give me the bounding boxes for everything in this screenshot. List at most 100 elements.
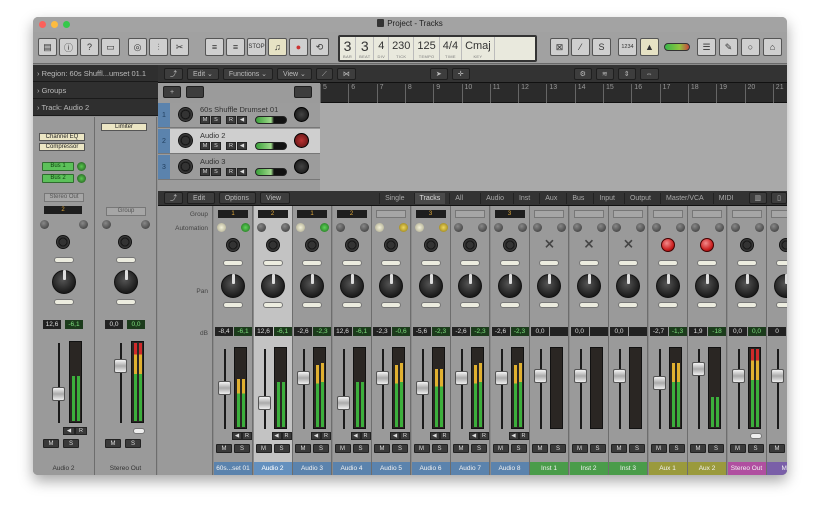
group-slot[interactable]: 1 [218,210,248,218]
pan-mode-button[interactable] [116,299,136,305]
track-volume-slider[interactable] [255,142,287,150]
pan-mode-button[interactable] [618,302,638,308]
pan-knob[interactable] [734,274,759,298]
solo-button[interactable]: S [550,444,566,453]
solo-button[interactable]: S [668,444,685,453]
automation-read-button[interactable] [359,223,369,232]
input-monitor-button[interactable]: ◀ [63,427,75,435]
mixer-channel-strip[interactable]: -2,3 -0,6 ◀ R M S Audio 5 [372,206,411,475]
automation-read-button[interactable] [399,223,408,232]
wide-channels-icon[interactable]: ▥ [748,192,768,204]
pan-mode-button[interactable] [697,302,717,308]
group-slot[interactable] [573,210,604,218]
filter-tab-inst[interactable]: Inst [512,192,535,204]
group-slot[interactable] [613,210,643,218]
volume-fader[interactable] [415,381,429,396]
bar-ruler[interactable]: 5 6 7 8 9 10 11 12 13 14 15 16 17 18 19 20 21 [320,83,787,103]
automation-mode-button[interactable] [572,223,582,232]
mute-button[interactable]: M [216,444,232,453]
input-format-icon[interactable] [118,235,132,249]
pan-knob[interactable] [774,274,787,298]
track-header[interactable]: 3 Audio 3 M S R ◀ [158,155,320,180]
mixer-channel-strip[interactable]: -2,7 -1,3 M S Aux 1 [648,206,688,475]
automation-mode-button[interactable] [375,223,384,232]
volume-fader[interactable] [573,369,587,384]
send-level-knob[interactable] [77,174,86,183]
inspector-groups-header[interactable]: › Groups [33,82,158,99]
mixer-channel-strip[interactable]: 0,0 0,0 M S Stereo Out [727,206,767,475]
input-format-icon[interactable] [423,238,438,252]
channel-name[interactable]: Audio 2 [253,462,292,475]
mute-button[interactable]: M [650,444,667,453]
toolbar-toggle-button[interactable]: ▭ [101,38,120,56]
input-monitor-button[interactable]: ◀ [390,432,400,440]
solo-button[interactable]: S [211,116,221,124]
view-tab-tracks[interactable]: Tracks [413,192,446,204]
mixer-button[interactable]: ⫶ [149,38,168,56]
lcd-display[interactable]: 3 BAR 3 BEAT 4 DIV 230 TICK 125 TEMPO 4/4 TIME Cmaj K… [338,35,537,62]
filter-tab-master-vca[interactable]: Master/VCA [659,192,709,204]
plugin-slot[interactable]: Channel EQ [39,133,85,141]
solo-button[interactable]: S [352,444,369,453]
notepad-button[interactable]: ✎ [719,38,738,56]
record-enable-button[interactable]: R [281,432,292,440]
mute-button[interactable]: M [200,116,210,124]
group-slot[interactable] [692,210,722,218]
channel-name[interactable]: Audio 7 [451,462,489,475]
channel-name[interactable]: Inst 3 [609,462,647,475]
pan-knob[interactable] [52,270,76,294]
mixer-channel-strip[interactable]: 1 -8,4 -6,1 ◀ R M S 60s...set 01 [214,206,253,475]
pan-knob[interactable] [379,274,403,298]
mute-button[interactable]: M [200,168,210,176]
mute-button[interactable]: M [611,444,627,453]
bounce-button[interactable] [133,428,145,434]
count-in-button[interactable]: 1234 [618,38,637,56]
automation-mode-button[interactable] [454,223,463,232]
record-enable-button[interactable]: R [242,432,252,440]
play-button[interactable]: ♫ [268,38,287,56]
send-level-knob[interactable] [77,162,86,171]
automation-read-button[interactable] [438,223,448,232]
metronome-button[interactable]: ▲ [640,38,659,56]
volume-fader[interactable] [652,376,666,391]
mixer-channel-strip[interactable]: -2,6 -2,3 ◀ R M S Audio 7 [451,206,490,475]
solo-button[interactable]: S [708,444,724,453]
mute-button[interactable]: M [374,444,390,453]
automation-read-button[interactable] [517,223,527,232]
mute-button[interactable]: M [43,439,59,448]
list-editors-button[interactable]: ☰ [697,38,716,56]
pan-mode-button[interactable] [539,302,559,308]
automation-mode-button[interactable] [217,223,226,232]
volume-fader[interactable] [771,369,784,384]
record-enable-button[interactable]: R [360,432,371,440]
pan-knob[interactable] [418,274,443,298]
aux-input-button[interactable] [660,238,675,252]
solo-button[interactable]: S [392,444,408,453]
solo-button[interactable]: S [273,444,290,453]
automation-read-button[interactable] [715,223,724,232]
catch-icon[interactable]: ⤴ [164,192,183,204]
global-tracks-button[interactable] [186,86,204,98]
group-slot[interactable] [652,210,683,218]
automation-read-button[interactable] [79,220,88,229]
editors-button[interactable]: ✂ [170,38,189,56]
automation-read-button[interactable] [754,223,764,232]
automation-read-button[interactable] [478,223,487,232]
library-button[interactable]: ▤ [38,38,57,56]
tracks-menu-2[interactable]: View ⌄ [277,67,312,80]
channel-name[interactable]: Inst 2 [569,462,608,475]
input-button[interactable]: ◀ [237,116,247,124]
waveform-zoom-icon[interactable]: ≋ [595,67,614,80]
channel-name[interactable]: Stereo Out [727,462,766,475]
pan-knob[interactable] [221,274,245,298]
solo-button[interactable]: S [125,439,141,448]
input-format-icon[interactable] [265,238,280,252]
send-slot[interactable]: Bus 1 [42,162,74,171]
solo-button[interactable]: S [510,444,527,453]
volume-fader[interactable] [52,387,65,401]
record-enable-button[interactable]: R [75,427,87,435]
pan-mode-button[interactable] [420,302,441,308]
volume-fader[interactable] [297,370,310,385]
track-name[interactable]: Audio 2 [200,131,225,140]
settings-icon[interactable]: ⚙ [573,67,592,80]
